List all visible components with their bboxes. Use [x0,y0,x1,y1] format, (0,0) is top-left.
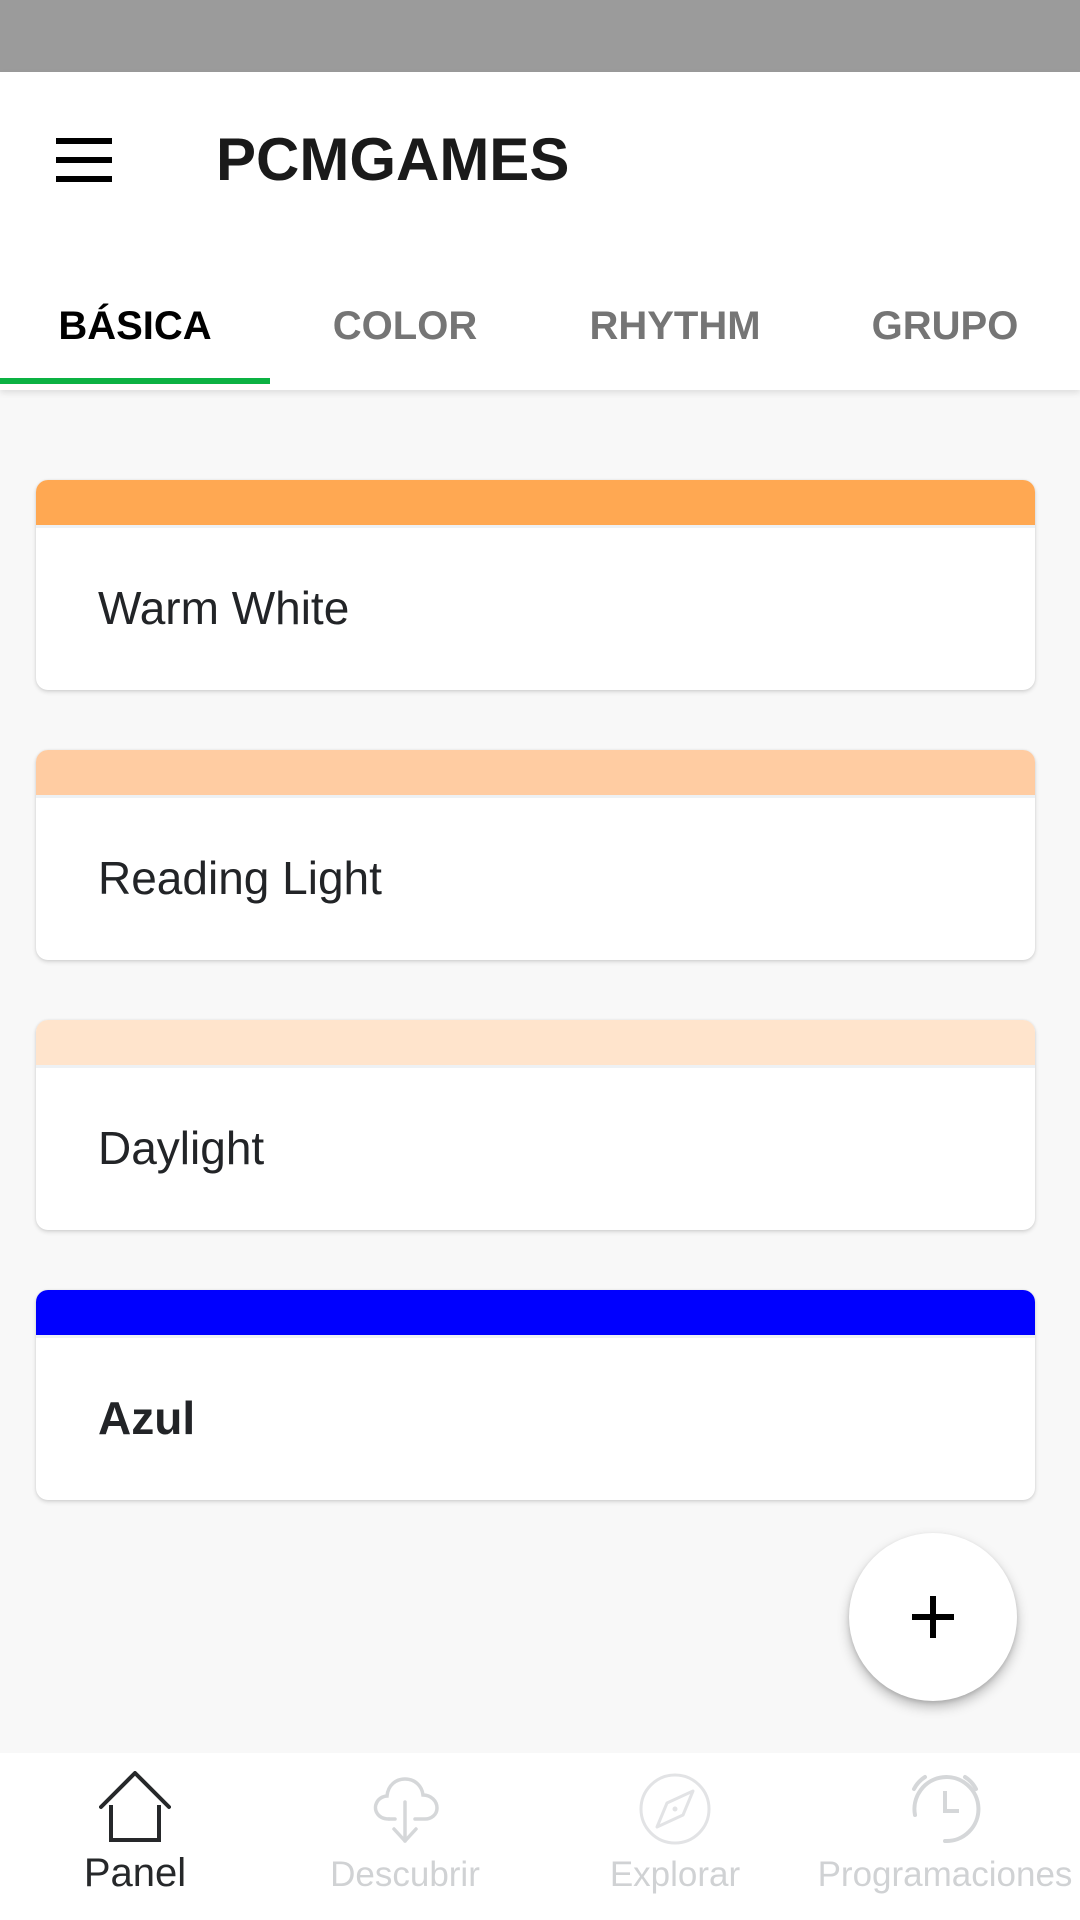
divider [36,525,1035,528]
color-band [36,1290,1035,1335]
color-band [36,750,1035,795]
preset-card-daylight[interactable]: Daylight [36,1020,1035,1230]
preset-label: Warm White [98,582,350,634]
nav-label: Programaciones [817,1855,1073,1894]
tab-bar: BÁSICA COLOR RHYTHM GRUPO [0,290,1080,390]
nav-label: Explorar [609,1855,741,1894]
preset-label: Daylight [98,1122,265,1174]
alarm-clock-icon [912,1775,981,1844]
hamburger-menu-icon-line [56,176,112,182]
home-icon [99,1771,171,1842]
divider [36,795,1035,798]
hamburger-menu-icon-line [56,157,112,163]
preset-label: Reading Light [98,852,382,904]
nav-descubrir[interactable]: Descubrir [270,1753,540,1920]
nav-panel[interactable]: Panel [0,1753,270,1920]
nav-label: Descubrir [330,1855,480,1894]
divider [36,1335,1035,1338]
cloud-download-icon [373,1777,439,1843]
plus-icon-vertical [930,1596,936,1638]
compass-icon [639,1773,711,1845]
menu-button[interactable] [40,116,128,204]
bottom-navigation: Panel Descubrir Explorar Programaciones [0,1753,1080,1920]
nav-label: Panel [83,1851,187,1895]
tab-color[interactable]: COLOR [270,290,540,390]
tab-grupo[interactable]: GRUPO [810,290,1080,390]
status-bar [0,0,1080,72]
divider [36,1065,1035,1068]
active-tab-indicator [0,378,270,384]
add-preset-button[interactable] [849,1533,1017,1701]
tab-rhythm[interactable]: RHYTHM [540,290,810,390]
hamburger-menu-icon [56,138,112,144]
nav-programaciones[interactable]: Programaciones [810,1753,1080,1920]
color-band [36,1020,1035,1065]
preset-card-reading-light[interactable]: Reading Light [36,750,1035,960]
nav-explorar[interactable]: Explorar [540,1753,810,1920]
app-bar: PCMGAMES BÁSICA COLOR RHYTHM GRUPO [0,72,1080,390]
app-title: PCMGAMES [216,126,570,193]
color-band [36,480,1035,525]
preset-card-warm-white[interactable]: Warm White [36,480,1035,690]
tab-basica[interactable]: BÁSICA [0,290,270,390]
preset-card-azul[interactable]: Azul [36,1290,1035,1500]
preset-label: Azul [98,1392,196,1444]
